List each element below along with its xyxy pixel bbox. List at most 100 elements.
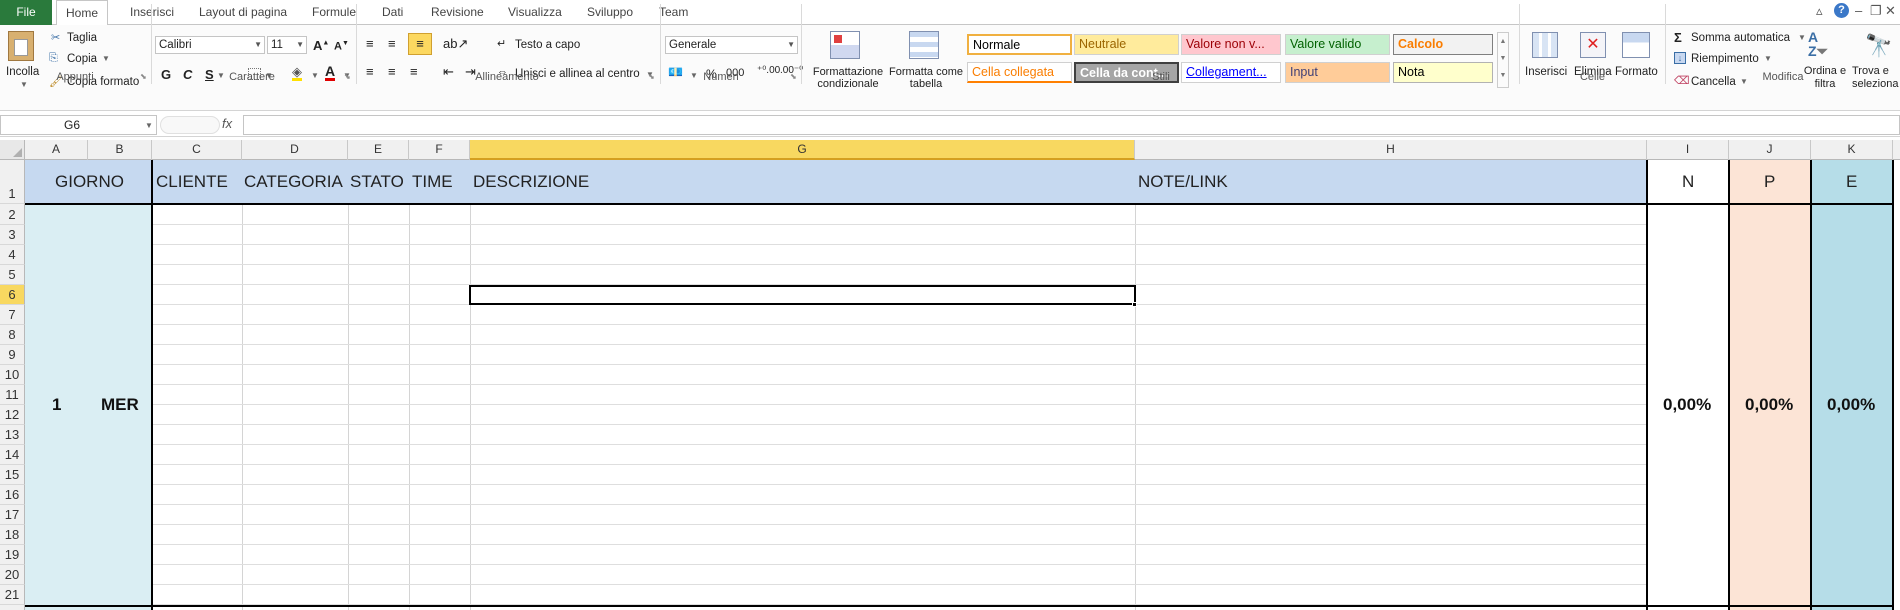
style-calcolo[interactable]: Calcolo [1393,34,1493,55]
font-size-combo[interactable]: 11 ▼ [267,36,307,54]
row-header-17[interactable]: 17 [0,505,25,525]
autosum-icon[interactable]: Σ [1674,30,1682,45]
tab-home[interactable]: Home [56,0,109,26]
paste-icon[interactable] [8,31,34,61]
active-cell-g6[interactable] [469,285,1136,305]
find-select-icon[interactable]: 🔭 [1865,33,1892,59]
shrink-font-icon[interactable]: A▼ [334,40,349,53]
row-header-1[interactable]: 1 [0,160,25,204]
grow-font-icon[interactable]: A▲ [313,38,329,53]
column-header-k[interactable]: K [1811,140,1893,160]
clipboard-launcher-icon[interactable]: ⬊ [140,72,147,81]
fill-handle[interactable] [1132,302,1137,307]
row-header-8[interactable]: 8 [0,325,25,345]
header-e: E [1846,172,1858,191]
minimize-ribbon-icon[interactable]: ▵ [1816,3,1823,19]
style-valore-non-valido[interactable]: Valore non v... [1181,34,1281,55]
row-header-15[interactable]: 15 [0,465,25,485]
minimize-window-icon[interactable]: – [1855,3,1862,18]
font-name-combo[interactable]: Calibri ▼ [155,36,265,54]
number-group-label: Numeri [703,71,739,83]
insert-cells-icon[interactable] [1532,32,1558,58]
formula-input[interactable] [243,115,1900,135]
cut-button[interactable]: Taglia [67,31,97,45]
fill-dropdown-icon[interactable]: ▼ [1764,54,1772,63]
row-header-11[interactable]: 11 [0,385,25,405]
column-header-c[interactable]: C [152,140,242,160]
row-header-4[interactable]: 4 [0,245,25,265]
close-window-icon[interactable]: ✕ [1885,3,1896,19]
fill-icon[interactable]: ↓ [1674,52,1686,64]
column-header-f[interactable]: F [409,140,470,160]
row-header-13[interactable]: 13 [0,425,25,445]
row-header-19[interactable]: 19 [0,545,25,565]
insert-function-button[interactable]: fx [222,116,232,131]
select-all-button[interactable] [0,140,25,160]
row-header-12[interactable]: 12 [0,405,25,425]
row-header-20[interactable]: 20 [0,565,25,585]
tab-sviluppo[interactable]: Sviluppo [578,0,642,25]
row-header-18[interactable]: 18 [0,525,25,545]
restore-window-icon[interactable]: ❐ [1870,3,1882,19]
conditional-format-icon[interactable] [830,31,860,59]
column-header-i[interactable]: I [1647,140,1729,160]
column-header-b[interactable]: B [88,140,152,160]
delete-cells-icon[interactable]: ✕ [1580,32,1606,58]
autosum-dropdown-icon[interactable]: ▼ [1798,33,1806,42]
column-header-g[interactable]: G [470,140,1135,160]
format-cells-icon[interactable] [1622,32,1650,58]
column-header-e[interactable]: E [348,140,409,160]
style-normale[interactable]: Normale [967,34,1072,55]
formula-bar-handle[interactable] [160,116,220,134]
copy-dropdown-icon[interactable]: ▼ [102,54,110,63]
row-header-16[interactable]: 16 [0,485,25,505]
number-launcher-icon[interactable]: ⬊ [790,72,797,81]
e-percentage: 0,00% [1827,395,1876,414]
column-header-a[interactable]: A [25,140,88,160]
column-header-j[interactable]: J [1729,140,1811,160]
row-header-5[interactable]: 5 [0,265,25,285]
row-header-21[interactable]: 21 [0,585,25,605]
tab-layout[interactable]: Layout di pagina [190,0,296,25]
copy-icon[interactable]: ⎘ [49,52,58,65]
cut-icon[interactable]: ✂ [51,31,60,44]
font-launcher-icon[interactable]: ⬊ [344,72,351,81]
row-header-9[interactable]: 9 [0,345,25,365]
tab-visualizza[interactable]: Visualizza [499,0,571,25]
tab-inserisci[interactable]: Inserisci [121,0,183,25]
wrap-text-button[interactable]: Testo a capo [515,38,580,52]
day-block-border [151,160,153,610]
column-header-h[interactable]: H [1135,140,1647,160]
row-header-2[interactable]: 2 [0,205,25,225]
column-header-d[interactable]: D [242,140,348,160]
format-as-table-icon[interactable] [909,31,939,59]
row-header-7[interactable]: 7 [0,305,25,325]
wrap-text-icon[interactable]: ↵ [497,37,506,50]
cells-group-label: Celle [1579,71,1606,83]
tab-file[interactable]: File [0,0,52,25]
orientation-icon[interactable]: ab↗ [443,36,468,52]
tab-team[interactable]: Team [650,0,697,25]
style-valore-valido[interactable]: Valore valido [1285,34,1390,55]
name-box-dropdown-icon[interactable]: ▼ [145,121,153,130]
tab-revisione[interactable]: Revisione [422,0,493,25]
number-format-combo[interactable]: Generale ▼ [665,36,798,54]
tab-dati[interactable]: Dati [373,0,412,25]
alignment-launcher-icon[interactable]: ⬊ [648,72,655,81]
row-header-14[interactable]: 14 [0,445,25,465]
row-header-10[interactable]: 10 [0,365,25,385]
fill-button[interactable]: Riempimento [1691,52,1759,66]
row-header-3[interactable]: 3 [0,225,25,245]
help-icon[interactable]: ? [1834,3,1849,18]
align-bottom-icon[interactable]: ≡ [408,33,432,55]
align-top-icon[interactable]: ≡ [366,36,374,51]
row-header-6[interactable]: 6 [0,285,25,305]
header-bottom-border [25,203,1893,205]
copy-button[interactable]: Copia [67,52,97,66]
autosum-button[interactable]: Somma automatica [1691,31,1790,45]
name-box[interactable]: G6 [0,115,157,135]
sort-filter-icon[interactable]: A Z⏷ [1808,30,1828,58]
header-note-link: NOTE/LINK [1138,172,1228,191]
align-middle-icon[interactable]: ≡ [388,36,396,51]
style-neutrale[interactable]: Neutrale [1074,34,1179,55]
